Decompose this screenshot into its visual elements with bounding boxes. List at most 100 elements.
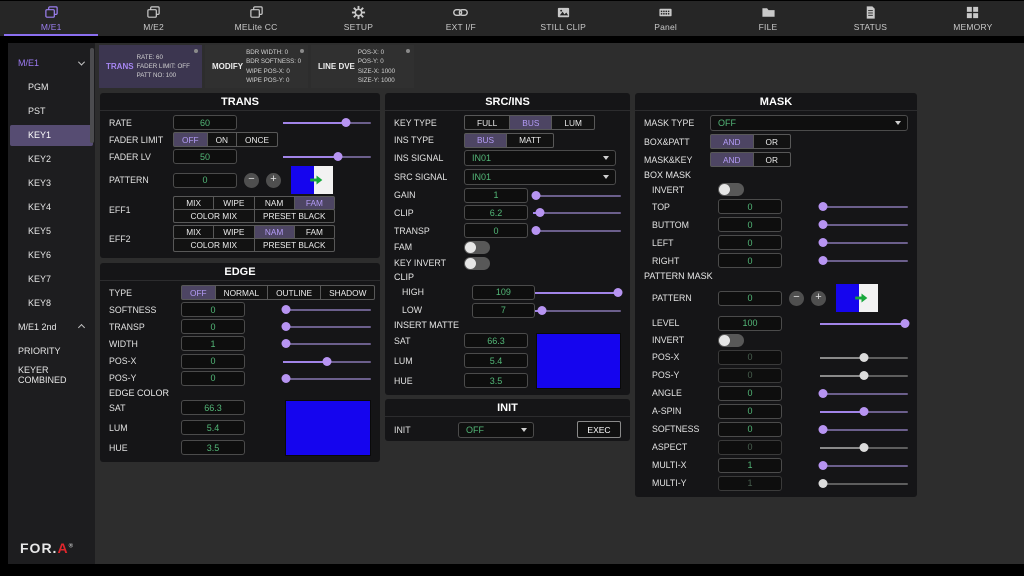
softness-slider[interactable]: [283, 303, 371, 316]
pos-x-value-field[interactable]: 0: [181, 354, 245, 369]
fader-limit-option-once[interactable]: ONCE: [236, 132, 278, 147]
a-spin-slider[interactable]: [820, 405, 908, 418]
ins-type-option-bus[interactable]: BUS: [464, 133, 507, 148]
level-slider[interactable]: [820, 317, 908, 330]
multi-x-slider[interactable]: [820, 459, 908, 472]
key-type-option-bus[interactable]: BUS: [509, 115, 552, 130]
a-spin-value-field[interactable]: 0: [718, 404, 782, 419]
level-value-field[interactable]: 100: [718, 316, 782, 331]
fader-lv-value-field[interactable]: 50: [173, 149, 237, 164]
eff1-option-fam[interactable]: FAM: [294, 196, 335, 210]
transp-value-field[interactable]: 0: [181, 319, 245, 334]
pos-y-slider[interactable]: [283, 372, 371, 385]
buttom-value-field[interactable]: 0: [718, 217, 782, 232]
high-slider[interactable]: [535, 286, 621, 299]
tab-melite-cc[interactable]: MELite CC: [205, 1, 307, 36]
softness-value-field[interactable]: 0: [718, 422, 782, 437]
tab-status[interactable]: STATUS: [819, 1, 921, 36]
sidebar-item-pst[interactable]: PST: [10, 101, 93, 122]
pos-x-slider[interactable]: [820, 351, 908, 364]
low-value-field[interactable]: 7: [472, 303, 535, 318]
width-value-field[interactable]: 1: [181, 336, 245, 351]
tab-m-e1[interactable]: M/E1: [0, 1, 102, 36]
hue-value-field[interactable]: 3.5: [181, 440, 245, 455]
sidebar-item-key3[interactable]: KEY3: [10, 173, 93, 194]
transp-value-field[interactable]: 0: [464, 223, 528, 238]
lum-value-field[interactable]: 5.4: [181, 420, 245, 435]
sidebar-item-key6[interactable]: KEY6: [10, 245, 93, 266]
clip-value-field[interactable]: 6.2: [464, 205, 528, 220]
mask-type-select[interactable]: OFF: [710, 115, 908, 131]
sidebar-item-m-e1[interactable]: M/E1: [10, 53, 93, 74]
right-value-field[interactable]: 0: [718, 253, 782, 268]
type-option-off[interactable]: OFF: [181, 285, 216, 300]
sidebar-item-key4[interactable]: KEY4: [10, 197, 93, 218]
pattern-value-field[interactable]: 0: [173, 173, 237, 188]
buttom-slider[interactable]: [820, 218, 908, 231]
invert-toggle[interactable]: [718, 334, 744, 347]
sidebar-item-pgm[interactable]: PGM: [10, 77, 93, 98]
key-type-option-full[interactable]: FULL: [464, 115, 510, 130]
sidebar-item-priority[interactable]: PRIORITY: [10, 341, 93, 362]
tab-file[interactable]: FILE: [717, 1, 819, 36]
gain-slider[interactable]: [533, 189, 621, 202]
multi-y-value-field[interactable]: 1: [718, 476, 782, 491]
sidebar-item-key8[interactable]: KEY8: [10, 293, 93, 314]
eff2-option-wipe[interactable]: WIPE: [213, 225, 254, 239]
width-slider[interactable]: [283, 337, 371, 350]
eff2-option-mix[interactable]: MIX: [173, 225, 214, 239]
eff2-option-fam[interactable]: FAM: [294, 225, 335, 239]
tab-panel[interactable]: Panel: [614, 1, 716, 36]
right-slider[interactable]: [820, 254, 908, 267]
rate-value-field[interactable]: 60: [173, 115, 237, 130]
eff2-option-color-mix[interactable]: COLOR MIX: [173, 238, 255, 252]
summary-card-trans[interactable]: TRANSRATE: 60FADER LIMIT: OFFPATT NO: 10…: [99, 45, 202, 88]
sat-value-field[interactable]: 66.3: [464, 333, 528, 348]
aspect-value-field[interactable]: 0: [718, 440, 782, 455]
pos-y-value-field[interactable]: 0: [181, 371, 245, 386]
angle-value-field[interactable]: 0: [718, 386, 782, 401]
multi-y-slider[interactable]: [820, 477, 908, 490]
sidebar-item-key7[interactable]: KEY7: [10, 269, 93, 290]
sidebar-scrollbar[interactable]: [90, 48, 94, 143]
summary-card-modify[interactable]: MODIFYBDR WIDTH: 0BDR SOFTNESS: 0WIPE PO…: [205, 45, 308, 88]
aspect-slider[interactable]: [820, 441, 908, 454]
key-invert-toggle[interactable]: [464, 257, 490, 270]
eff2-option-preset-black[interactable]: PRESET BLACK: [254, 238, 336, 252]
gain-value-field[interactable]: 1: [464, 188, 528, 203]
hue-value-field[interactable]: 3.5: [464, 373, 528, 388]
eff1-option-mix[interactable]: MIX: [173, 196, 214, 210]
top-slider[interactable]: [820, 200, 908, 213]
summary-card-line-dve[interactable]: LINE DVEPOS-X: 0POS-Y: 0SIZE-X: 1000SIZE…: [311, 45, 414, 88]
fader-limit-option-on[interactable]: ON: [207, 132, 237, 147]
src-signal-select[interactable]: IN01: [464, 169, 616, 185]
multi-x-value-field[interactable]: 1: [718, 458, 782, 473]
pattern-increment-button[interactable]: +: [811, 291, 826, 306]
eff1-option-preset-black[interactable]: PRESET BLACK: [254, 209, 336, 223]
pos-x-value-field[interactable]: 0: [718, 350, 782, 365]
sidebar-item-keyer-combined[interactable]: KEYER COMBINED: [10, 365, 93, 386]
angle-slider[interactable]: [820, 387, 908, 400]
top-value-field[interactable]: 0: [718, 199, 782, 214]
mask-key-option-and[interactable]: AND: [710, 152, 754, 167]
softness-value-field[interactable]: 0: [181, 302, 245, 317]
sidebar-item-key5[interactable]: KEY5: [10, 221, 93, 242]
sidebar-item-key2[interactable]: KEY2: [10, 149, 93, 170]
box-patt-option-and[interactable]: AND: [710, 134, 754, 149]
high-value-field[interactable]: 109: [472, 285, 535, 300]
tab-still-clip[interactable]: STILL CLIP: [512, 1, 614, 36]
low-slider[interactable]: [535, 304, 621, 317]
lum-value-field[interactable]: 5.4: [464, 353, 528, 368]
box-patt-option-or[interactable]: OR: [753, 134, 791, 149]
init-select[interactable]: OFF: [458, 422, 534, 438]
tab-memory[interactable]: MEMORY: [922, 1, 1024, 36]
pos-x-slider[interactable]: [283, 355, 371, 368]
eff1-option-color-mix[interactable]: COLOR MIX: [173, 209, 255, 223]
pattern-value-field[interactable]: 0: [718, 291, 782, 306]
eff2-option-nam[interactable]: NAM: [254, 225, 295, 239]
rate-slider[interactable]: [283, 116, 371, 129]
ins-type-option-matt[interactable]: MATT: [506, 133, 554, 148]
left-value-field[interactable]: 0: [718, 235, 782, 250]
sidebar-item-m-e1-2nd[interactable]: M/E1 2nd: [10, 317, 93, 338]
fader-lv-slider[interactable]: [283, 150, 371, 163]
